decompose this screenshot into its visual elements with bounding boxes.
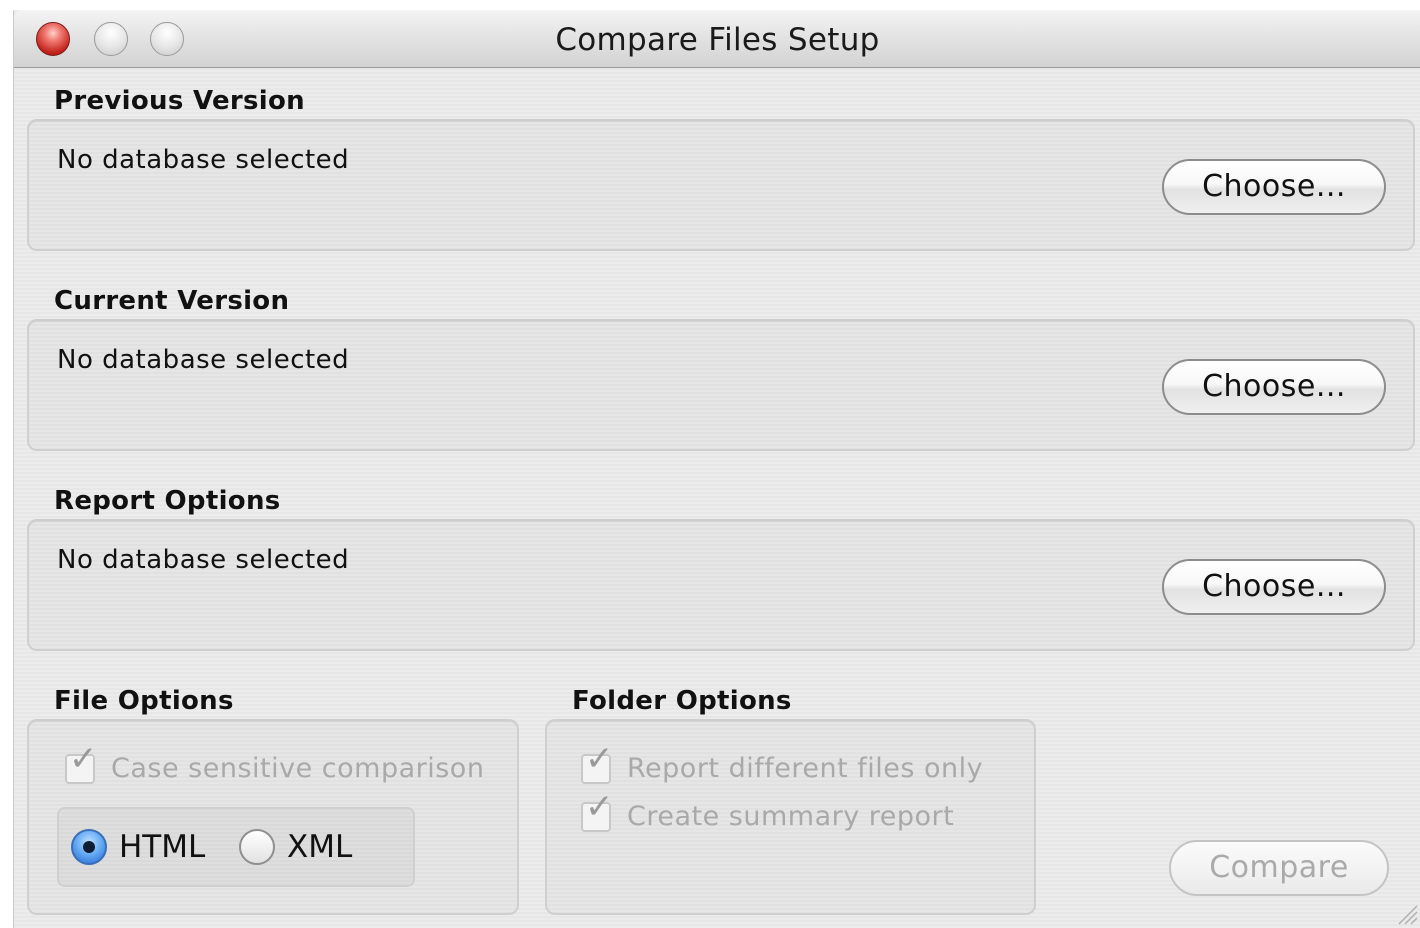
report-different-label: Report different files only <box>627 753 984 784</box>
checkmark-icon: ✓ <box>585 738 614 779</box>
xml-radio-label: XML <box>287 829 353 865</box>
create-summary-label: Create summary report <box>627 801 955 832</box>
output-format-group: HTML XML <box>57 807 415 887</box>
folder-options-heading: Folder Options <box>572 686 792 716</box>
report-options-group: No database selected Choose... <box>27 519 1415 651</box>
html-radio-label: HTML <box>119 829 206 865</box>
current-version-heading: Current Version <box>54 286 290 316</box>
xml-radio-option[interactable]: XML <box>239 829 352 865</box>
checkmark-icon: ✓ <box>69 738 98 779</box>
html-radio-option[interactable]: HTML <box>71 829 205 865</box>
previous-version-group: No database selected Choose... <box>27 119 1415 251</box>
xml-radio-button[interactable] <box>239 829 275 865</box>
title-bar: Compare Files Setup <box>14 10 1420 68</box>
file-options-heading: File Options <box>54 686 234 716</box>
case-sensitive-label: Case sensitive comparison <box>111 753 485 784</box>
create-summary-option[interactable]: ✓ Create summary report <box>581 790 955 832</box>
previous-version-status: No database selected <box>57 145 350 175</box>
resize-grip-icon[interactable] <box>1395 902 1419 926</box>
case-sensitive-option[interactable]: ✓ Case sensitive comparison <box>65 742 485 784</box>
create-summary-checkbox[interactable]: ✓ <box>581 790 614 832</box>
compare-button[interactable]: Compare <box>1169 840 1389 896</box>
current-version-choose-button[interactable]: Choose... <box>1162 359 1386 415</box>
report-options-status: No database selected <box>57 545 350 575</box>
previous-version-choose-button[interactable]: Choose... <box>1162 159 1386 215</box>
compare-files-window: Compare Files Setup Previous Version No … <box>13 10 1420 928</box>
html-radio-button[interactable] <box>71 829 107 865</box>
report-options-heading: Report Options <box>54 486 281 516</box>
report-different-option[interactable]: ✓ Report different files only <box>581 742 984 784</box>
previous-version-heading: Previous Version <box>54 86 305 116</box>
window-title: Compare Files Setup <box>555 22 880 58</box>
current-version-status: No database selected <box>57 345 350 375</box>
case-sensitive-checkbox[interactable]: ✓ <box>65 742 98 784</box>
checkmark-icon: ✓ <box>585 786 614 827</box>
current-version-group: No database selected Choose... <box>27 319 1415 451</box>
file-options-group: ✓ Case sensitive comparison HTML XML <box>27 719 519 915</box>
report-options-choose-button[interactable]: Choose... <box>1162 559 1386 615</box>
folder-options-group: ✓ Report different files only ✓ Create s… <box>545 719 1036 915</box>
radio-selected-dot-icon <box>83 841 95 853</box>
report-different-checkbox[interactable]: ✓ <box>581 742 614 784</box>
